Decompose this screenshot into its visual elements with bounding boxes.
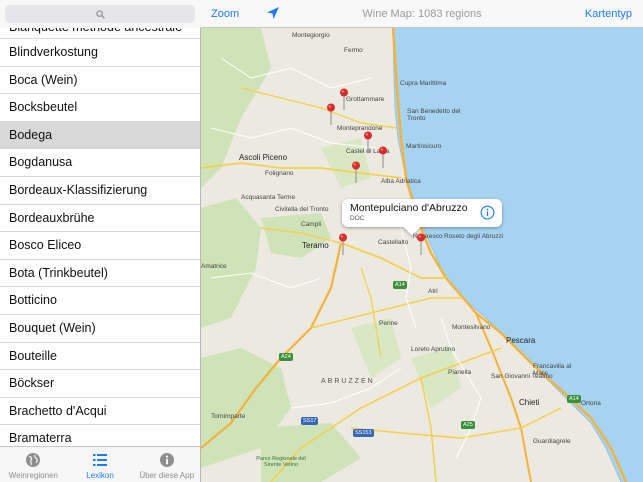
map-label: Civitella del Tronto [275,206,329,213]
road-shield: A24 [279,353,293,361]
map-pin-icon[interactable] [363,131,373,153]
app-window: Blanquette méthode ancestrale Blindverko… [0,0,643,482]
map-label: Loreto Aprutino [411,346,456,353]
callout-title: Montepulciano d'Abruzzo [350,202,468,214]
map-view[interactable]: Montegiorgio Fermo Cupra Marittima Grott… [201,28,643,482]
info-circle-icon[interactable] [480,205,495,220]
list-item[interactable]: Bocksbeutel [0,94,200,122]
map-label: Francavilla al Mare [533,363,572,377]
map-label: ABRUZZEN [321,378,375,385]
list-icon [93,454,107,466]
tab-bar: Weinregionen Lexikon Über diese App [0,446,200,482]
tab-lexikon-label: Lexikon [86,471,114,480]
list-item[interactable]: Botticino [0,287,200,315]
map-label: Folignano [265,170,294,177]
map-label: Grottammare [346,96,385,103]
tab-ueber-diese-app-label: Über diese App [139,471,195,480]
map-pin-icon[interactable] [378,146,388,168]
map-base [201,28,643,482]
map-label: Amatrice [201,263,227,270]
map-pane: Zoom Wine Map: 1083 regions Kartentyp Mo… [201,0,643,482]
map-label: Montegiorgio [292,32,330,39]
navigation-bar: Zoom Wine Map: 1083 regions Kartentyp [201,0,643,28]
map-label: San Benedetto del Tronto [407,108,461,122]
road-shield: A14 [393,281,407,289]
list-item[interactable]: Bosco Eliceo [0,232,200,260]
lexicon-sidebar: Blanquette méthode ancestrale Blindverko… [0,0,201,482]
map-label: Acquasanta Terme [241,194,296,201]
map-label: Pianella [448,369,472,376]
map-label: Cupra Marittima [400,80,447,87]
map-label: Ascoli Piceno [239,153,288,162]
map-label: Pescara [506,336,536,345]
map-label: Fermo [344,47,363,54]
map-label: Tornimparte [211,413,246,420]
list-item[interactable]: Bogdanusa [0,149,200,177]
map-label: Teramo [302,241,329,250]
map-label: Martinsicuro [406,143,442,150]
list-item-selected[interactable]: Bodega [0,121,200,150]
map-label: Penne [379,320,398,327]
list-item[interactable]: Bordeaux-Klassifizierung [0,177,200,205]
search-icon [95,9,105,19]
tab-weinregionen[interactable]: Weinregionen [0,447,67,482]
map-label: Guardiagrele [533,438,571,445]
road-shield: A25 [461,421,475,429]
map-pin-icon[interactable] [351,161,361,183]
info-icon [159,453,174,467]
list-item[interactable]: Blindverkostung [0,39,200,67]
map-pin-icon[interactable] [326,103,336,125]
road-shield: SS153 [353,429,374,437]
map-pin-icon[interactable] [339,88,349,110]
map-label: Campli [301,221,322,228]
map-label: Castellalto [378,239,409,246]
map-label: Chieti [519,398,540,407]
search-input[interactable] [5,5,195,23]
list-item[interactable]: Brachetto d'Acqui [0,398,200,426]
map-pin-icon[interactable] [416,233,426,255]
map-label: Roseto degli Abruzzi [444,233,504,240]
map-callout[interactable]: Montepulciano d'Abruzzo DOC [342,199,502,227]
map-label: Parco Regionale del Sirente Velino [256,456,306,468]
list-item[interactable]: Bordeauxbrühe [0,205,200,233]
map-label: Monteprandone [337,125,383,132]
map-label: Ortona [581,400,601,407]
globe-icon [26,453,41,467]
search-bar [0,0,201,28]
list-item[interactable]: Bota (Trinkbeutel) [0,260,200,288]
road-shield: SS17 [301,417,319,425]
tab-lexikon[interactable]: Lexikon [67,447,134,482]
road-shield: A14 [567,395,581,403]
tab-weinregionen-label: Weinregionen [8,471,58,480]
list-item[interactable]: Bouquet (Wein) [0,315,200,343]
map-label: Atri [428,288,438,295]
map-type-button[interactable]: Kartentyp [585,8,632,20]
list-item[interactable]: Bramaterra [0,425,200,446]
callout-subtitle: DOC [350,215,365,222]
map-label: Alba Adriatica [381,178,421,185]
map-label: Montesilvano [452,324,491,331]
lexicon-list[interactable]: Blanquette méthode ancestrale Blindverko… [0,20,200,446]
list-item[interactable]: Boca (Wein) [0,67,200,95]
map-pin-icon[interactable] [338,233,348,255]
page-title: Wine Map: 1083 regions [362,8,482,20]
list-item[interactable]: Böckser [0,370,200,398]
list-item[interactable]: Bouteille [0,343,200,371]
tab-ueber-diese-app[interactable]: Über diese App [133,447,200,482]
